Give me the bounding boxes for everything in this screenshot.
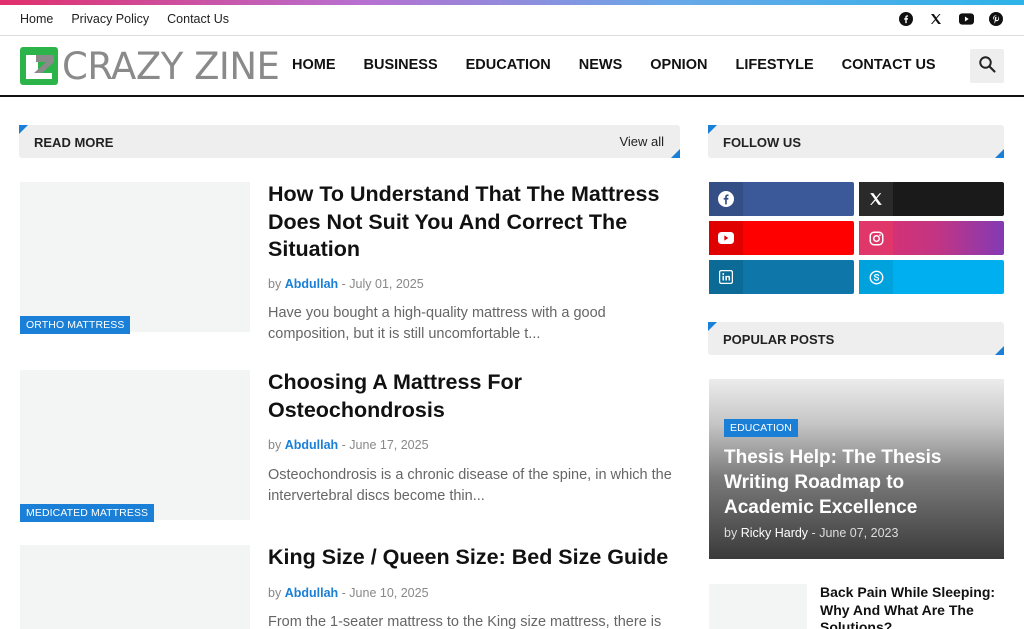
corner-accent bbox=[708, 322, 717, 331]
linkedin-icon bbox=[709, 260, 743, 294]
logo-text: CRAZY ZINE bbox=[62, 44, 280, 88]
post-meta: by Abdullah - June 10, 2025 bbox=[268, 586, 429, 600]
post-meta: by Abdullah - July 01, 2025 bbox=[268, 277, 424, 291]
post-thumbnail[interactable] bbox=[20, 370, 250, 520]
pinterest-icon[interactable] bbox=[988, 11, 1004, 27]
popular-post-thumbnail[interactable] bbox=[709, 584, 807, 629]
post-thumbnail[interactable] bbox=[20, 545, 250, 629]
corner-accent bbox=[19, 125, 28, 134]
facebook-icon bbox=[709, 182, 743, 216]
corner-accent bbox=[995, 346, 1004, 355]
section-title: READ MORE bbox=[34, 135, 114, 150]
linkedin-button[interactable] bbox=[709, 260, 854, 294]
post-date: June 07, 2023 bbox=[819, 526, 899, 540]
view-all-link[interactable]: View all bbox=[619, 134, 664, 149]
top-bar: Home Privacy Policy Contact Us bbox=[0, 5, 1024, 33]
post-author[interactable]: Abdullah bbox=[285, 277, 338, 291]
post-author[interactable]: Ricky Hardy bbox=[741, 526, 808, 540]
post-title[interactable]: Choosing A Mattress For Osteochondrosis bbox=[268, 369, 678, 424]
top-social-links bbox=[898, 11, 1004, 27]
top-links: Home Privacy Policy Contact Us bbox=[20, 12, 229, 26]
post-author[interactable]: Abdullah bbox=[285, 438, 338, 452]
category-badge[interactable]: MEDICATED MATTRESS bbox=[20, 504, 155, 522]
youtube-icon bbox=[709, 221, 743, 255]
corner-accent bbox=[708, 125, 717, 134]
meta-separator: - bbox=[341, 586, 346, 600]
site-logo[interactable]: CRAZY ZINE bbox=[20, 44, 280, 88]
facebook-button[interactable] bbox=[709, 182, 854, 216]
featured-popular-post[interactable]: EDUCATION Thesis Help: The Thesis Writin… bbox=[709, 379, 1004, 559]
post-date: July 01, 2025 bbox=[349, 277, 424, 291]
nav-item-business[interactable]: BUSINESS bbox=[364, 57, 438, 73]
search-button[interactable] bbox=[970, 49, 1004, 83]
follow-us-section-header: FOLLOW US bbox=[708, 125, 1004, 158]
section-title: FOLLOW US bbox=[723, 135, 801, 150]
post-meta: by Abdullah - June 17, 2025 bbox=[268, 438, 429, 452]
meta-by: by bbox=[724, 526, 738, 540]
meta-separator: - bbox=[341, 438, 346, 452]
category-badge[interactable]: ORTHO MATTRESS bbox=[20, 316, 131, 334]
post-thumbnail[interactable] bbox=[20, 182, 250, 332]
x-button[interactable] bbox=[859, 182, 1004, 216]
search-icon bbox=[978, 55, 996, 78]
meta-by: by bbox=[268, 438, 282, 452]
category-badge[interactable]: EDUCATION bbox=[724, 419, 798, 437]
main-menu: HOME BUSINESS EDUCATION NEWS OPNION LIFE… bbox=[292, 57, 964, 73]
corner-accent bbox=[995, 149, 1004, 158]
top-link-privacy-policy[interactable]: Privacy Policy bbox=[71, 12, 149, 26]
nav-item-opinion[interactable]: OPNION bbox=[650, 57, 707, 73]
meta-by: by bbox=[268, 277, 282, 291]
top-link-contact-us[interactable]: Contact Us bbox=[167, 12, 229, 26]
popular-post-title[interactable]: Back Pain While Sleeping: Why And What A… bbox=[820, 584, 1010, 629]
nav-item-home[interactable]: HOME bbox=[292, 57, 336, 73]
nav-item-education[interactable]: EDUCATION bbox=[466, 57, 551, 73]
post-excerpt: Osteochondrosis is a chronic disease of … bbox=[268, 467, 672, 504]
popular-posts-section-header: POPULAR POSTS bbox=[708, 322, 1004, 355]
nav-item-contact-us[interactable]: CONTACT US bbox=[842, 57, 936, 73]
skype-icon bbox=[859, 260, 893, 294]
meta-by: by bbox=[268, 586, 282, 600]
post-date: June 17, 2025 bbox=[349, 438, 429, 452]
post-meta: by Ricky Hardy - June 07, 2023 bbox=[724, 526, 898, 540]
youtube-button[interactable] bbox=[709, 221, 854, 255]
meta-separator: - bbox=[341, 277, 346, 291]
instagram-icon bbox=[859, 221, 893, 255]
x-icon bbox=[859, 182, 893, 216]
read-more-section-header: READ MORE View all bbox=[19, 125, 680, 158]
post-date: June 10, 2025 bbox=[349, 586, 429, 600]
youtube-icon[interactable] bbox=[958, 11, 974, 27]
meta-separator: - bbox=[811, 526, 816, 540]
corner-accent bbox=[671, 149, 680, 158]
nav-item-lifestyle[interactable]: LIFESTYLE bbox=[735, 57, 813, 73]
post-excerpt: Have you bought a high-quality mattress … bbox=[268, 305, 606, 342]
nav-item-news[interactable]: NEWS bbox=[579, 57, 623, 73]
post-title[interactable]: How To Understand That The Mattress Does… bbox=[268, 181, 678, 264]
featured-post-title[interactable]: Thesis Help: The Thesis Writing Roadmap … bbox=[724, 445, 994, 520]
instagram-button[interactable] bbox=[859, 221, 1004, 255]
x-icon[interactable] bbox=[928, 11, 944, 27]
post-excerpt: From the 1-seater mattress to the King s… bbox=[268, 614, 662, 629]
post-title[interactable]: King Size / Queen Size: Bed Size Guide bbox=[268, 544, 688, 572]
main-navigation: CRAZY ZINE HOME BUSINESS EDUCATION NEWS … bbox=[0, 35, 1024, 97]
facebook-icon[interactable] bbox=[898, 11, 914, 27]
skype-button[interactable] bbox=[859, 260, 1004, 294]
section-title: POPULAR POSTS bbox=[723, 332, 835, 347]
post-author[interactable]: Abdullah bbox=[285, 586, 338, 600]
logo-mark bbox=[20, 47, 58, 85]
top-link-home[interactable]: Home bbox=[20, 12, 53, 26]
